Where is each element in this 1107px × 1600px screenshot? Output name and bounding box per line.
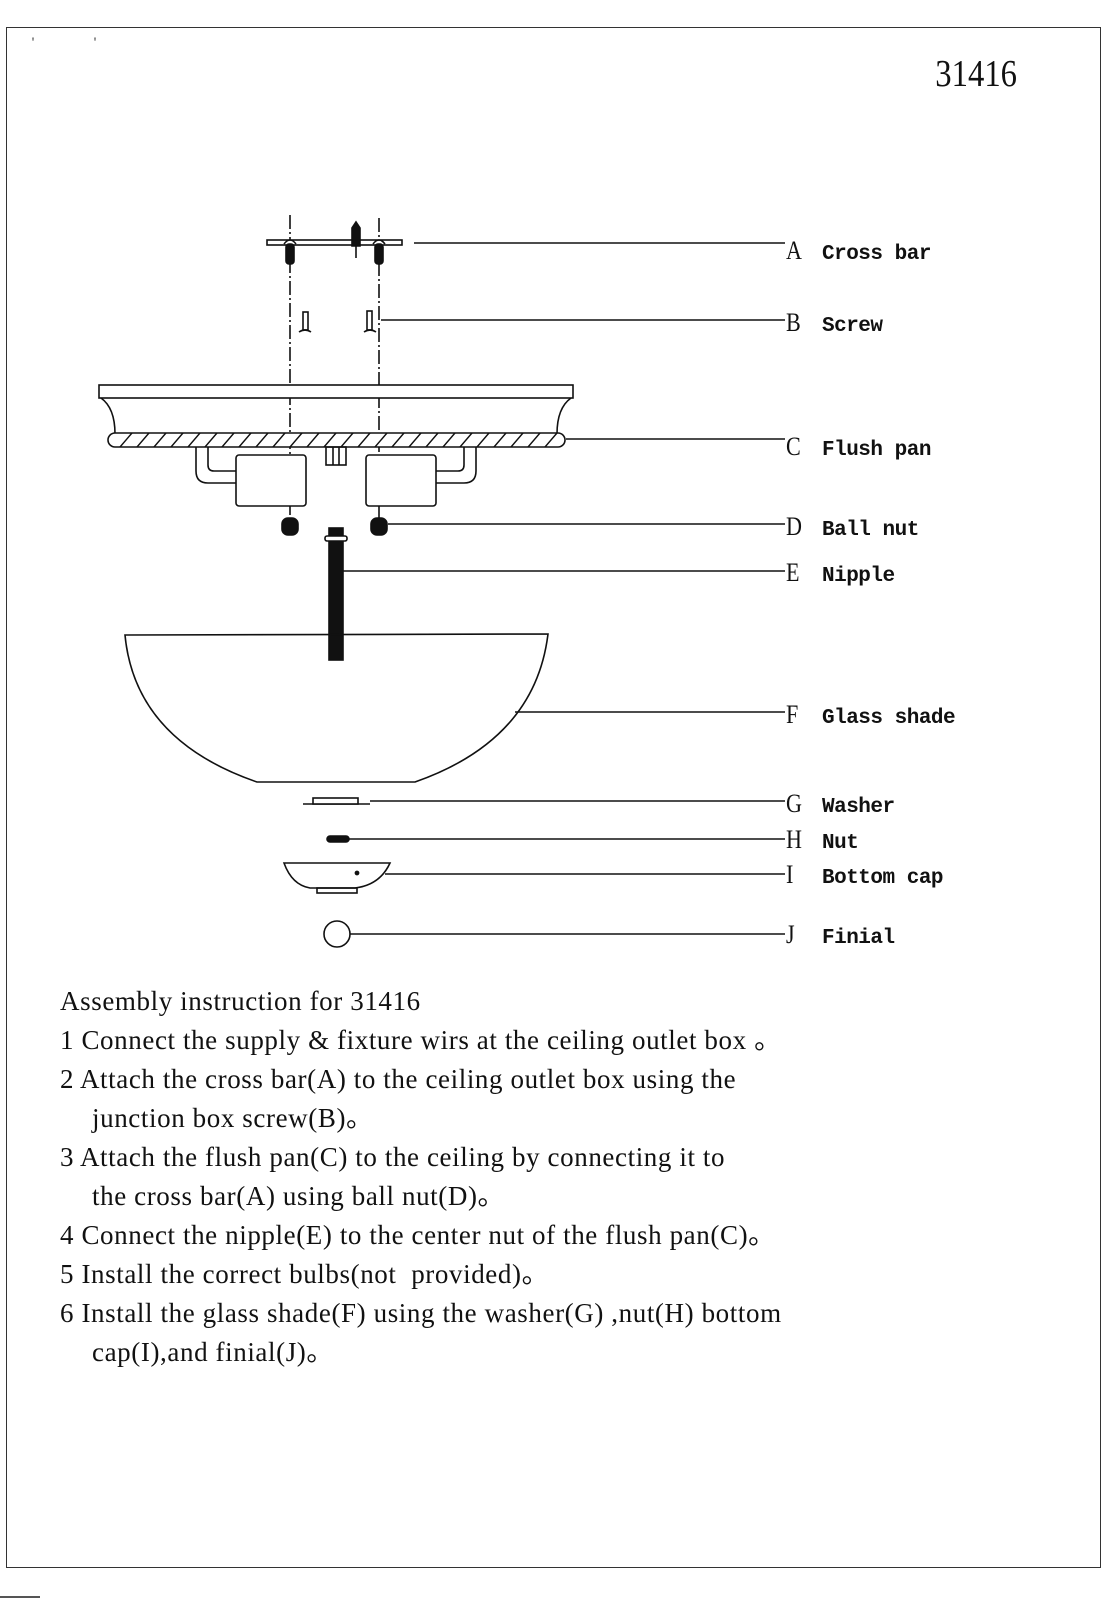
part-label-d: D Ball nut xyxy=(786,512,919,542)
part-label-g: G Washer xyxy=(786,789,895,819)
part-label-j: J Finial xyxy=(786,920,895,950)
part-label-e: E Nipple xyxy=(786,558,895,588)
exploded-diagram xyxy=(98,215,785,948)
nipple-icon xyxy=(324,527,348,661)
instruction-step-2-cont: junction box screw(B)。 xyxy=(92,1103,374,1133)
part-label-i: I Bottom cap xyxy=(786,860,944,890)
part-label-f: F Glass shade xyxy=(786,700,956,730)
part-label-b: B Screw xyxy=(786,308,883,338)
instruction-step-6: 6 Install the glass shade(F) using the w… xyxy=(60,1298,782,1328)
instruction-step-6-cont: cap(I),and finial(J)。 xyxy=(92,1337,334,1367)
flush-pan-icon xyxy=(98,384,574,507)
instruction-step-1: 1 Connect the supply & fixture wirs at t… xyxy=(60,1025,782,1055)
nut-icon xyxy=(326,835,350,843)
instruction-step-5: 5 Install the correct bulbs(not provided… xyxy=(60,1259,550,1289)
instruction-step-2: 2 Attach the cross bar(A) to the ceiling… xyxy=(60,1064,737,1094)
assembly-instructions: Assembly instruction for 31416 1 Connect… xyxy=(60,982,1060,1372)
bottom-cap-icon xyxy=(282,862,392,894)
part-label-a: A Cross bar xyxy=(786,236,931,266)
scan-edge-mark xyxy=(0,1596,40,1598)
instruction-step-4: 4 Connect the nipple(E) to the center nu… xyxy=(60,1220,776,1250)
part-label-h: H Nut xyxy=(786,825,859,855)
washer-icon xyxy=(303,797,370,805)
instruction-step-3: 3 Attach the flush pan(C) to the ceiling… xyxy=(60,1142,726,1172)
instruction-step-3-cont: the cross bar(A) using ball nut(D)。 xyxy=(92,1181,506,1211)
screw-icon xyxy=(298,310,377,333)
cross-bar-icon xyxy=(266,220,403,265)
part-label-c: C Flush pan xyxy=(786,432,931,462)
instructions-heading: Assembly instruction for 31416 xyxy=(60,986,421,1016)
finial-icon xyxy=(323,920,351,948)
